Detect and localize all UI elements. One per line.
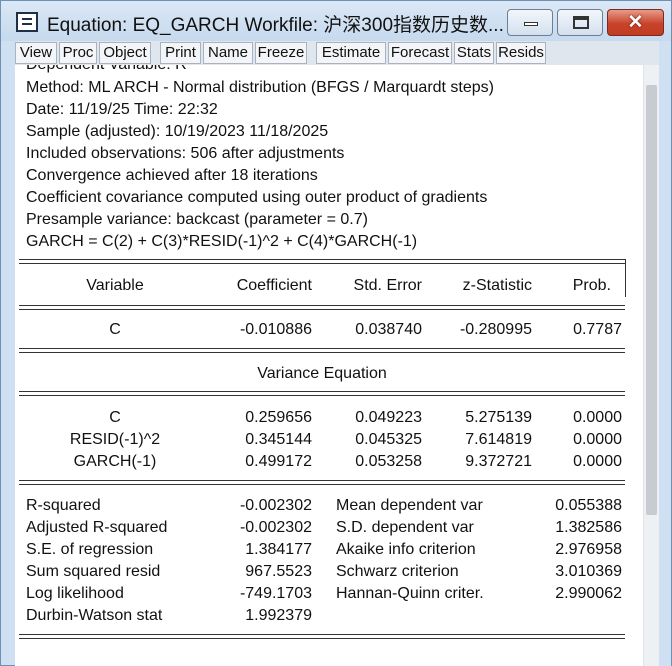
variance-row-garch-coefficient: 0.499172 (245, 453, 312, 470)
covariance-line: Coefficient covariance computed using ou… (26, 189, 488, 206)
stat-hannan-quinn-value: 2.990062 (555, 585, 622, 602)
col-header-prob: Prob. (572, 277, 611, 294)
header-rule (19, 305, 625, 306)
variance-row-resid-coefficient: 0.345144 (245, 431, 312, 448)
close-icon: ✕ (627, 12, 644, 33)
freeze-button[interactable]: Freeze (255, 42, 307, 64)
stat-se-regression-value: 1.384177 (245, 541, 312, 558)
dependent-variable-line: Dependent Variable: R (26, 65, 187, 75)
estimation-output[interactable]: Dependent Variable: R Method: ML ARCH - … (15, 65, 643, 666)
convergence-line: Convergence achieved after 18 iterations (26, 167, 318, 184)
minimize-icon (524, 22, 538, 26)
variance-row-resid-prob: 0.0000 (573, 431, 622, 448)
variance-row-c-z-statistic: 5.275139 (465, 409, 532, 426)
variance-top-rule (19, 348, 625, 349)
stat-adj-r-squared-label: Adjusted R-squared (26, 519, 168, 536)
method-line: Method: ML ARCH - Normal distribution (B… (26, 79, 494, 96)
variance-row-c-std-error: 0.049223 (355, 409, 422, 426)
equation-window: Equation: EQ_GARCH Workfile: 沪深300指数历史数.… (0, 0, 672, 666)
table-row-c-variable: C (109, 321, 121, 338)
stat-hannan-quinn-label: Hannan-Quinn criter. (336, 585, 484, 602)
stat-se-regression-label: S.E. of regression (26, 541, 154, 558)
minimize-button[interactable] (507, 9, 553, 36)
stat-adj-r-squared-value: -0.002302 (239, 519, 312, 536)
observations-line: Included observations: 506 after adjustm… (26, 145, 345, 162)
close-button[interactable]: ✕ (607, 9, 664, 36)
col-header-coefficient: Coefficient (236, 277, 312, 294)
maximize-icon (573, 16, 589, 29)
table-bottom-rule (19, 634, 625, 635)
table-top-rule-2 (19, 263, 625, 264)
stat-mean-dep-label: Mean dependent var (336, 497, 483, 514)
col-header-variable: Variable (86, 277, 144, 294)
variance-row-c-coefficient: 0.259656 (245, 409, 312, 426)
stats-top-rule-2 (19, 484, 625, 485)
header-rule-2 (19, 309, 625, 310)
stat-dw-label: Durbin-Watson stat (26, 607, 163, 624)
stat-schwarz-value: 3.010369 (555, 563, 622, 580)
garch-spec-line: GARCH = C(2) + C(3)*RESID(-1)^2 + C(4)*G… (26, 233, 418, 250)
view-button[interactable]: View (15, 42, 57, 64)
name-button[interactable]: Name (203, 42, 253, 64)
variance-top-rule-2 (19, 352, 625, 353)
vertical-scrollbar[interactable] (643, 65, 659, 666)
window-title: Equation: EQ_GARCH Workfile: 沪深300指数历史数.… (47, 15, 504, 36)
table-row-c-coefficient: -0.010886 (239, 321, 312, 338)
stat-schwarz-label: Schwarz criterion (336, 563, 459, 580)
variance-row-garch-variable: GARCH(-1) (73, 453, 157, 470)
stat-ssr-label: Sum squared resid (26, 563, 161, 580)
stat-r-squared-label: R-squared (26, 497, 101, 514)
sample-line: Sample (adjusted): 10/19/2023 11/18/2025 (26, 123, 329, 140)
title-bar[interactable]: Equation: EQ_GARCH Workfile: 沪深300指数历史数.… (1, 1, 671, 41)
variance-row-c-prob: 0.0000 (573, 409, 622, 426)
table-row-c-z-statistic: -0.280995 (459, 321, 532, 338)
print-button[interactable]: Print (160, 42, 201, 64)
scrollbar-thumb[interactable] (646, 85, 657, 515)
variance-row-garch-std-error: 0.053258 (355, 453, 422, 470)
stat-sd-dep-value: 1.382586 (555, 519, 622, 536)
table-row-c-prob: 0.7787 (573, 321, 622, 338)
window-frame-right (659, 41, 671, 666)
equation-window-icon[interactable] (16, 12, 38, 32)
stat-mean-dep-value: 0.055388 (555, 497, 622, 514)
variance-row-garch-prob: 0.0000 (573, 453, 622, 470)
variance-row-garch-z-statistic: 9.372721 (465, 453, 532, 470)
estimate-button[interactable]: Estimate (316, 42, 386, 64)
stats-button[interactable]: Stats (454, 42, 494, 64)
resids-button[interactable]: Resids (496, 42, 546, 64)
stat-akaike-value: 2.976958 (555, 541, 622, 558)
table-top-rule (19, 259, 625, 260)
date-line: Date: 11/19/25 Time: 22:32 (26, 101, 218, 118)
presample-line: Presample variance: backcast (parameter … (26, 211, 368, 228)
table-bottom-rule-2 (19, 638, 625, 639)
stat-dw-value: 1.992379 (245, 607, 312, 624)
variance-equation-title: Variance Equation (257, 365, 387, 382)
forecast-button[interactable]: Forecast (388, 42, 452, 64)
stat-sd-dep-label: S.D. dependent var (336, 519, 474, 536)
stat-loglik-label: Log likelihood (26, 585, 124, 602)
variance-header-rule-2 (19, 395, 625, 396)
col-header-std-error: Std. Error (353, 277, 422, 294)
variance-row-c-variable: C (109, 409, 121, 426)
variance-header-rule (19, 391, 625, 392)
equation-toolbar: View Proc Object Print Name Freeze Estim… (15, 41, 659, 65)
stat-loglik-value: -749.1703 (239, 585, 312, 602)
stat-akaike-label: Akaike info criterion (336, 541, 476, 558)
table-row-c-std-error: 0.038740 (355, 321, 422, 338)
stat-ssr-value: 967.5523 (245, 563, 312, 580)
stats-top-rule (19, 480, 625, 481)
col-header-z-statistic: z-Statistic (462, 277, 532, 294)
stat-r-squared-value: -0.002302 (239, 497, 312, 514)
table-right-edge (625, 259, 626, 297)
variance-row-resid-variable: RESID(-1)^2 (69, 431, 161, 448)
maximize-button[interactable] (557, 9, 603, 36)
variance-row-resid-z-statistic: 7.614819 (465, 431, 532, 448)
object-button[interactable]: Object (99, 42, 151, 64)
proc-button[interactable]: Proc (59, 42, 97, 64)
variance-row-resid-std-error: 0.045325 (355, 431, 422, 448)
